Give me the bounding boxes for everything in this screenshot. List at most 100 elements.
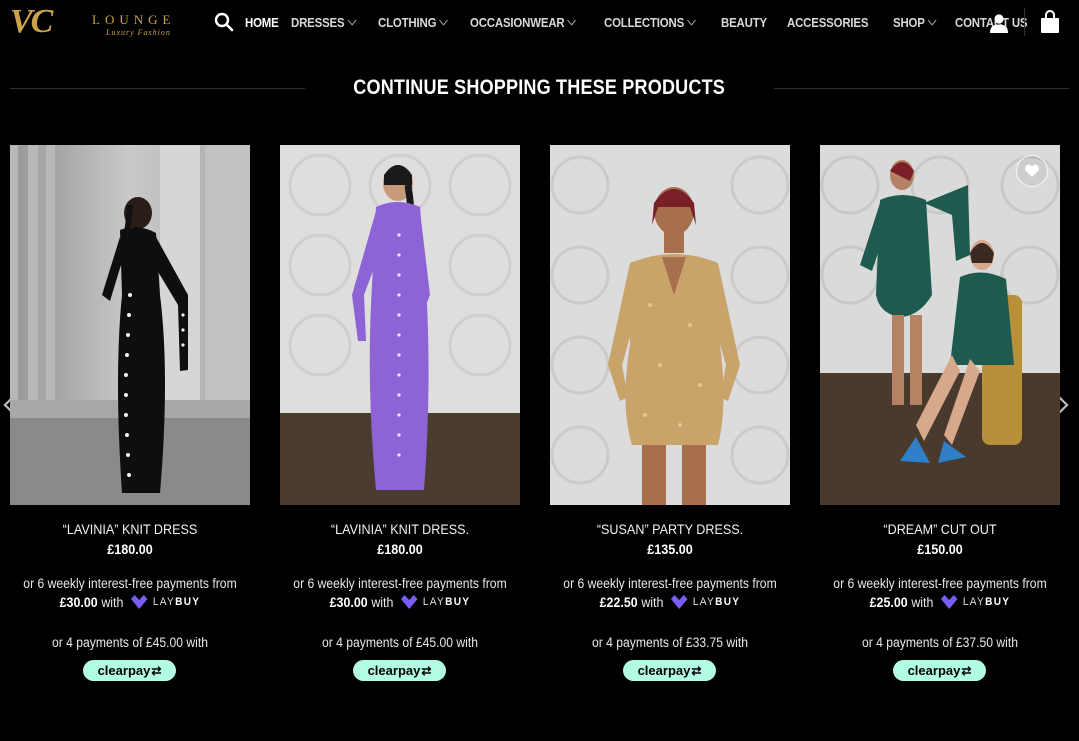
section-heading: CONTINUE SHOPPING THESE PRODUCTS — [10, 74, 1069, 102]
heart-icon[interactable] — [1016, 155, 1048, 187]
clearpay-label: clearpay — [637, 663, 691, 678]
nav-home-label: HOME — [245, 14, 279, 30]
search-icon[interactable] — [214, 12, 234, 32]
laybuy-heart-icon — [400, 595, 418, 609]
section-title: CONTINUE SHOPPING THESE PRODUCTS — [353, 76, 726, 99]
laybuy-row: £30.00 with LAYBUY — [290, 593, 511, 611]
main-nav: HOME DRESSES CLOTHING OCCASIONWEAR COLLE… — [245, 0, 1052, 44]
heading-rule-right — [773, 87, 1069, 89]
clearpay-badge[interactable]: clearpay ⇄ — [623, 660, 716, 681]
chevron-down-icon — [567, 15, 577, 25]
laybuy-wordmark: LAYBUY — [963, 596, 1010, 608]
nav-beauty[interactable]: BEAUTY — [721, 15, 767, 30]
product-price: £150.00 — [917, 541, 963, 557]
laybuy-with: with — [911, 594, 934, 610]
laybuy-logo[interactable]: LAYBUY — [129, 593, 200, 611]
laybuy-intro: or 6 weekly interest-free payments from — [23, 576, 237, 591]
nav-occasionwear[interactable]: OCCASIONWEAR — [470, 14, 577, 30]
laybuy-heart-icon — [670, 595, 688, 609]
laybuy-logo[interactable]: LAYBUY — [399, 593, 470, 611]
laybuy-wordmark-bold: BUY — [985, 596, 1011, 608]
product-name[interactable]: “SUSAN” PARTY DRESS. — [562, 521, 778, 537]
laybuy-heart-icon — [940, 595, 958, 609]
clearpay-badge[interactable]: clearpay ⇄ — [893, 660, 986, 681]
product-price: £180.00 — [377, 541, 423, 557]
laybuy-logo[interactable]: LAYBUY — [669, 593, 740, 611]
logo-mark: VC — [10, 3, 53, 40]
laybuy-wordmark-bold: BUY — [445, 596, 471, 608]
nav-home[interactable]: HOME — [245, 15, 279, 30]
heading-rule-left — [10, 87, 306, 89]
laybuy-intro: or 6 weekly interest-free payments from — [833, 576, 1047, 591]
laybuy-row: £25.00 with LAYBUY — [830, 593, 1051, 611]
laybuy-intro: or 6 weekly interest-free payments from — [293, 576, 507, 591]
product-card: “SUSAN” PARTY DRESS. £135.00 or 6 weekly… — [550, 145, 790, 685]
laybuy-wordmark: LAYBUY — [423, 596, 470, 608]
nav-shop-label: SHOP — [893, 14, 926, 30]
brand-logo[interactable]: VC LOUNGE Luxury Fashion — [10, 2, 190, 42]
laybuy-row: £30.00 with LAYBUY — [20, 593, 241, 611]
product-name[interactable]: “DREAM” CUT OUT — [832, 521, 1048, 537]
clearpay-arrows-icon: ⇄ — [691, 663, 702, 678]
product-name[interactable]: “LAVINIA” KNIT DRESS — [22, 521, 238, 537]
laybuy-amount: £30.00 — [59, 594, 98, 610]
laybuy-wordmark-bold: BUY — [715, 596, 741, 608]
laybuy-wordmark-light: LAY — [422, 596, 446, 608]
nav-clothing-label: CLOTHING — [377, 14, 437, 30]
laybuy-wordmark-light: LAY — [152, 596, 176, 608]
product-card: “LAVINIA” KNIT DRESS. £180.00 or 6 weekl… — [280, 145, 520, 685]
laybuy-row: £22.50 with LAYBUY — [560, 593, 781, 611]
clearpay-badge[interactable]: clearpay ⇄ — [353, 660, 446, 681]
nav-collections-label: COLLECTIONS — [603, 14, 684, 30]
laybuy-with: with — [101, 594, 124, 610]
chevron-down-icon — [928, 15, 937, 25]
chevron-down-icon — [347, 15, 357, 25]
laybuy-with: with — [371, 594, 394, 610]
nav-shop[interactable]: SHOP — [893, 14, 937, 30]
laybuy-heart-icon — [130, 595, 148, 609]
chevron-down-icon — [439, 15, 449, 25]
nav-accessories[interactable]: ACCESSORIES — [787, 15, 869, 30]
clearpay-arrows-icon: ⇄ — [961, 663, 972, 678]
product-price: £180.00 — [107, 541, 153, 557]
product-image[interactable] — [280, 145, 520, 505]
nav-occasionwear-label: OCCASIONWEAR — [470, 14, 565, 30]
laybuy-wordmark-bold: BUY — [175, 596, 201, 608]
clearpay-label: clearpay — [367, 663, 421, 678]
account-icon[interactable] — [988, 12, 1010, 34]
clearpay-arrows-icon: ⇄ — [421, 663, 432, 678]
product-card: “DREAM” CUT OUT £150.00 or 6 weekly inte… — [820, 145, 1060, 685]
nav-collections[interactable]: COLLECTIONS — [603, 14, 696, 30]
laybuy-wordmark-light: LAY — [692, 596, 716, 608]
product-name[interactable]: “LAVINIA” KNIT DRESS. — [292, 521, 508, 537]
nav-dresses-label: DRESSES — [291, 14, 345, 30]
clearpay-label: clearpay — [907, 663, 961, 678]
laybuy-wordmark: LAYBUY — [693, 596, 740, 608]
logo-word: LOUNGE — [92, 12, 176, 27]
product-image[interactable] — [820, 145, 1060, 505]
clearpay-text: or 4 payments of £45.00 with — [51, 635, 209, 650]
clearpay-text: or 4 payments of £45.00 with — [321, 635, 479, 650]
logo-tagline: Luxury Fashion — [106, 28, 171, 37]
clearpay-text: or 4 payments of £37.50 with — [861, 635, 1019, 650]
laybuy-wordmark-light: LAY — [962, 596, 986, 608]
nav-dresses[interactable]: DRESSES — [291, 14, 357, 30]
chevron-down-icon — [686, 15, 696, 25]
clearpay-badge[interactable]: clearpay ⇄ — [83, 660, 176, 681]
laybuy-wordmark: LAYBUY — [153, 596, 200, 608]
clearpay-label: clearpay — [97, 663, 151, 678]
product-card: “LAVINIA” KNIT DRESS £180.00 or 6 weekly… — [10, 145, 250, 685]
site-header: VC LOUNGE Luxury Fashion HOME DRESSES CL… — [0, 0, 1079, 44]
shopping-bag-icon[interactable] — [1039, 10, 1061, 34]
product-price: £135.00 — [647, 541, 693, 557]
laybuy-amount: £22.50 — [599, 594, 638, 610]
laybuy-with: with — [641, 594, 664, 610]
clearpay-arrows-icon: ⇄ — [151, 663, 162, 678]
laybuy-intro: or 6 weekly interest-free payments from — [563, 576, 777, 591]
product-image[interactable] — [550, 145, 790, 505]
laybuy-amount: £25.00 — [869, 594, 908, 610]
product-image[interactable] — [10, 145, 250, 505]
nav-clothing[interactable]: CLOTHING — [377, 14, 449, 30]
clearpay-text: or 4 payments of £33.75 with — [591, 635, 749, 650]
laybuy-logo[interactable]: LAYBUY — [939, 593, 1010, 611]
